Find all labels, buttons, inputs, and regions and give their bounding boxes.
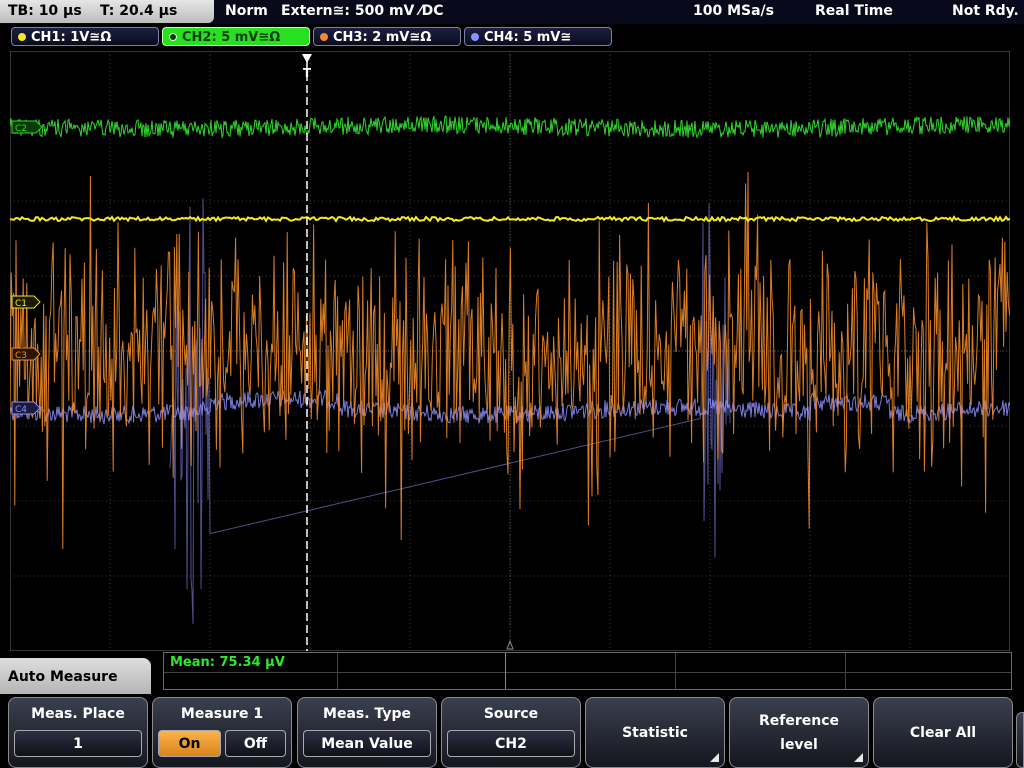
ch2-dot-icon [169,33,177,41]
trigger-time-readout: T: 20.4 µs [100,3,178,19]
source-title: Source [483,706,539,722]
ch1-offset-label: C1 [15,299,27,309]
menu-scroll-handle[interactable] [1016,712,1024,768]
statistic-softkey[interactable]: Statistic [585,697,725,768]
submenu-corner-icon [854,753,863,762]
timebase-readout: TB: 10 µs [8,3,82,19]
source-value[interactable]: CH2 [447,730,575,757]
ch2-offset-marker[interactable]: C2 [11,120,43,134]
trigger-mode[interactable]: Norm [225,0,268,23]
mean-measurement-value: Mean: 75.34 µV [170,655,285,670]
meas-place-softkey[interactable]: Meas. Place 1 [8,697,148,768]
sample-rate: 100 MSa/s [693,3,775,19]
measure1-off-button[interactable]: Off [225,730,286,757]
trigger-source[interactable]: Extern≅: 500 mV ⁄DC [281,0,443,23]
channel-tab-ch2[interactable]: CH2: 5 mV≅Ω [162,27,310,46]
meas-type-value[interactable]: Mean Value [303,730,431,757]
source-softkey[interactable]: Source CH2 [441,697,581,768]
ch2-offset-label: C2 [15,124,27,134]
reference-level-label: Reference level [758,712,840,753]
meas-type-softkey[interactable]: Meas. Type Mean Value [297,697,437,768]
clear-all-softkey[interactable]: Clear All [873,697,1013,768]
clear-all-label: Clear All [909,724,977,741]
ch3-offset-label: C3 [15,351,27,361]
measure1-title: Measure 1 [180,706,264,722]
measurement-result-bar: Mean: 75.34 µV [163,652,1012,690]
timebase-box[interactable]: TB: 10 µs T: 20.4 µs [0,0,214,23]
measure1-on-button[interactable]: On [158,730,221,757]
trigger-state: Not Rdy. [952,3,1019,19]
channel-tab-ch1[interactable]: CH1: 1V≅Ω [11,27,159,46]
acquisition-mode: Real Time [815,3,893,19]
measure1-softkey[interactable]: Measure 1 On Off [152,697,292,768]
waveform-display[interactable]: T C2 C1 C3 C4 [10,51,1010,651]
channel-tab-label: CH2: 5 mV≅Ω [182,30,281,45]
statistic-label: Statistic [622,724,688,741]
ch3-dot-icon [320,33,328,41]
meas-place-title: Meas. Place [31,706,125,722]
ch4-offset-label: C4 [15,405,27,415]
meas-type-title: Meas. Type [323,706,411,722]
channel-tab-label: CH4: 5 mV≅ [484,30,572,45]
channel-tab-ch3[interactable]: CH3: 2 mV≅Ω [313,27,461,46]
channel-tab-label: CH1: 1V≅Ω [31,30,112,45]
trigger-marker-label: T [303,66,312,80]
auto-measure-menu-title: Auto Measure [0,658,151,698]
channel-tab-label: CH3: 2 mV≅Ω [333,30,432,45]
ch1-dot-icon [18,33,26,41]
meas-place-value[interactable]: 1 [14,730,142,757]
auto-measure-title: Auto Measure [8,669,118,685]
reference-level-softkey[interactable]: Reference level [729,697,869,768]
submenu-corner-icon [710,753,719,762]
ch4-dot-icon [471,33,479,41]
channel-tab-ch4[interactable]: CH4: 5 mV≅ [464,27,612,46]
